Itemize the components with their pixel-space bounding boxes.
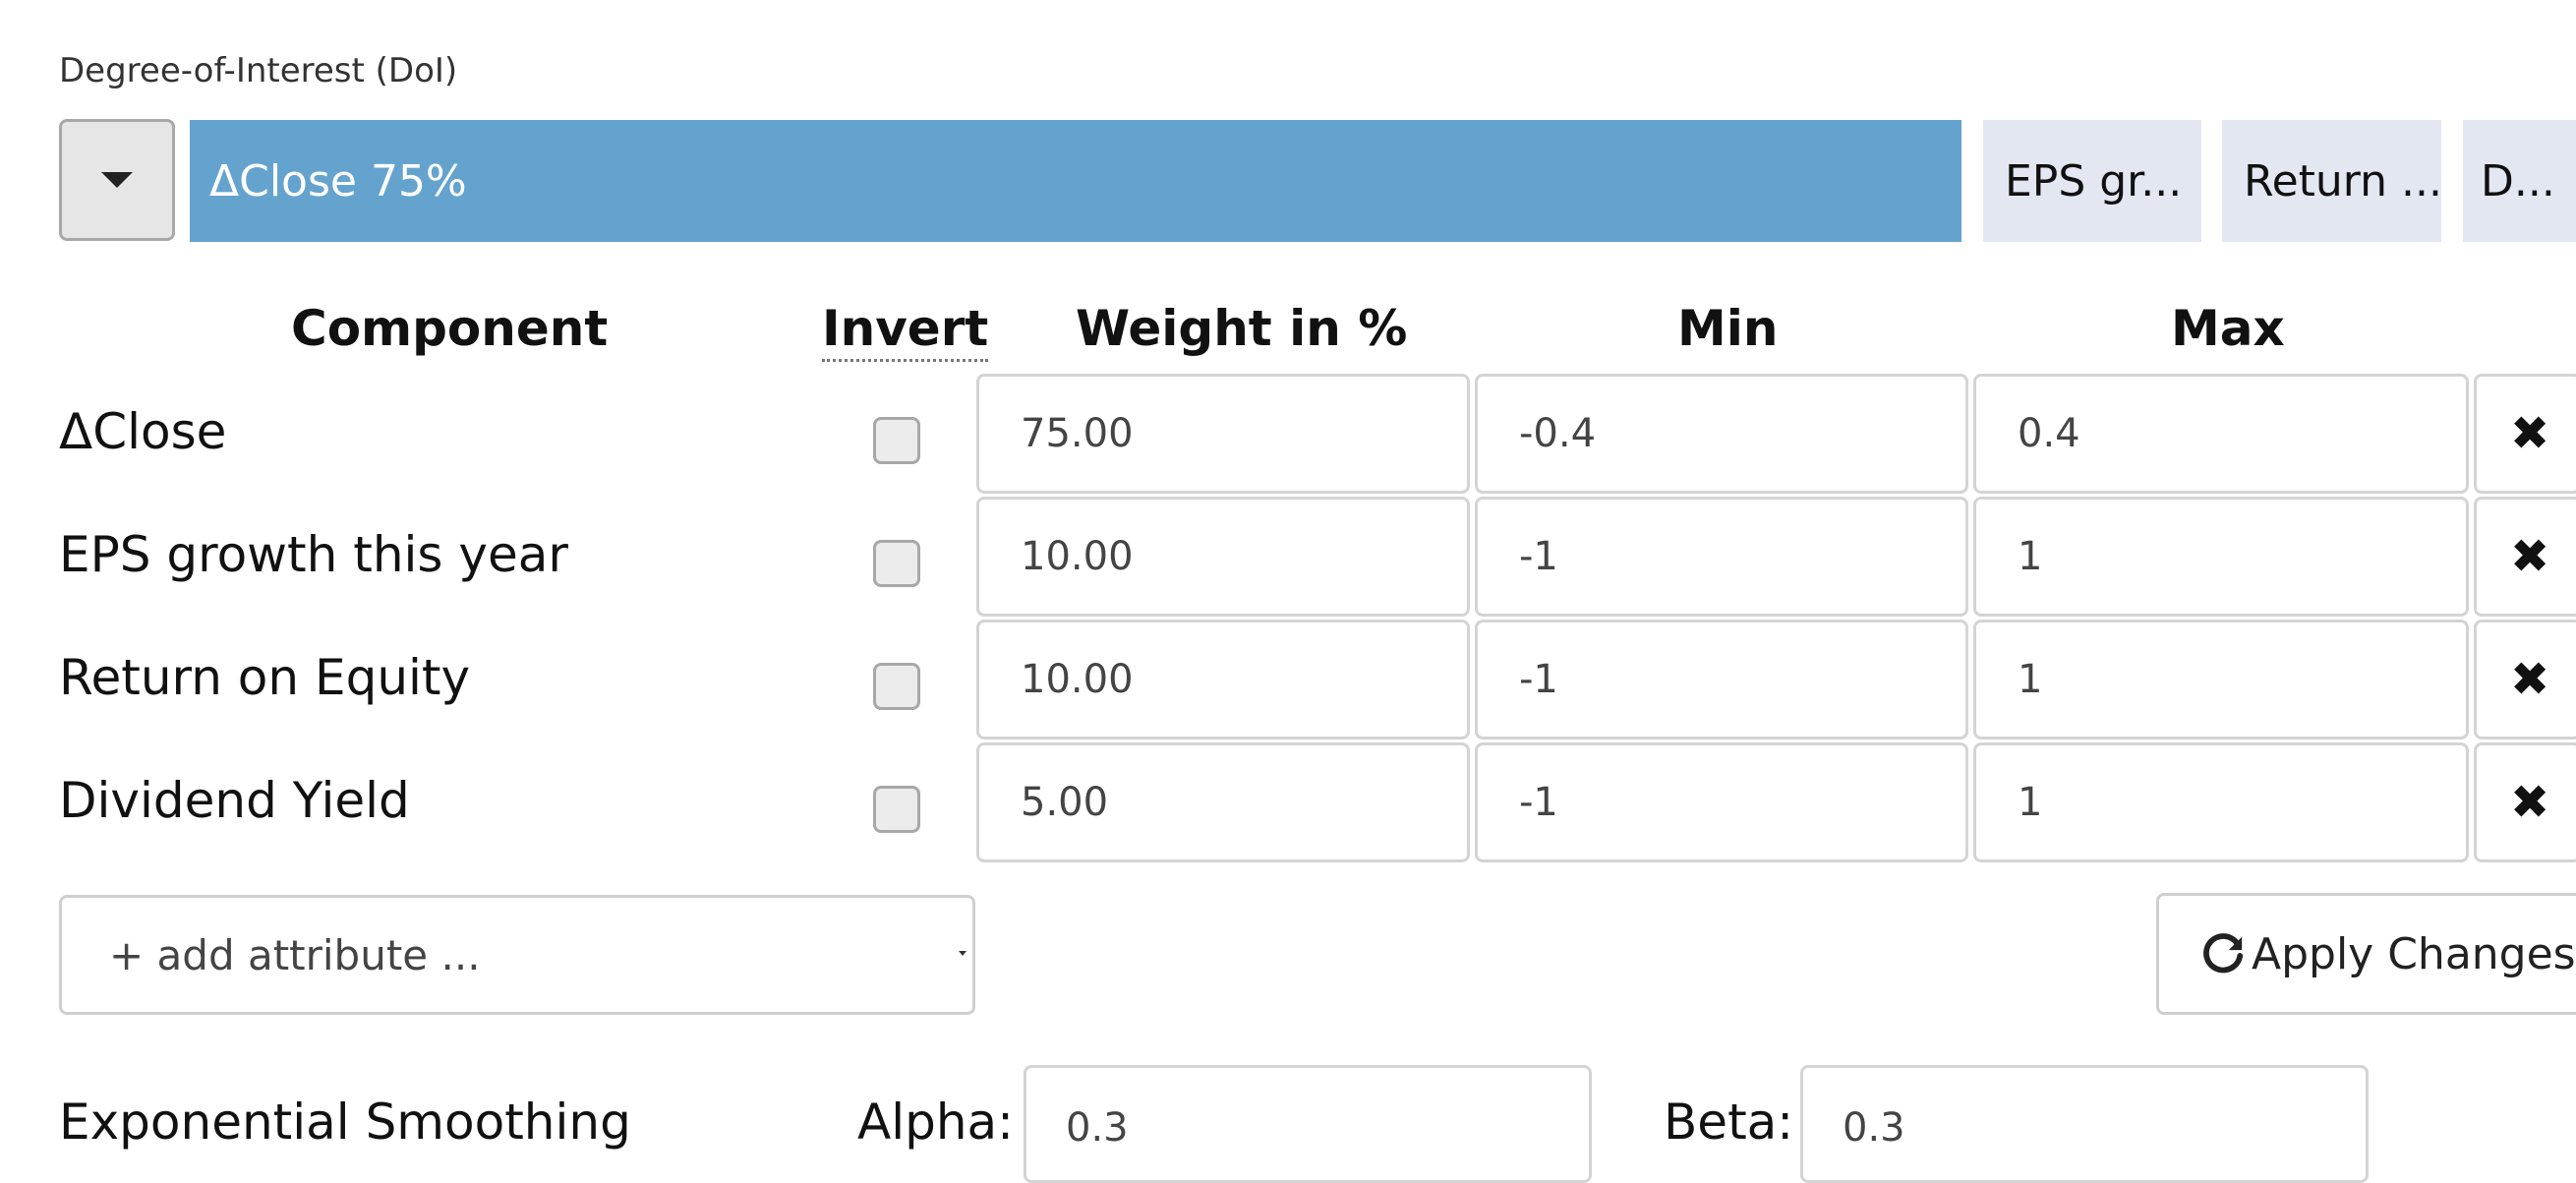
min-input-delta-close[interactable]: -0.4 xyxy=(1475,374,1968,494)
alpha-input[interactable]: 0.3 xyxy=(1024,1065,1592,1183)
max-input-delta-close[interactable]: 0.4 xyxy=(1973,374,2469,494)
add-attribute-label: + add attribute ... xyxy=(109,930,481,979)
min-input-dividend-yield[interactable]: -1 xyxy=(1475,742,1968,862)
close-icon: ✖ xyxy=(2510,775,2550,830)
header-weight: Weight in % xyxy=(1076,300,1408,357)
delete-row-return-on-equity-button[interactable]: ✖ xyxy=(2474,620,2576,739)
beta-input[interactable]: 0.3 xyxy=(1800,1065,2369,1183)
row-label-return-on-equity: Return on Equity xyxy=(59,649,471,706)
add-attribute-select[interactable]: + add attribute ... xyxy=(59,895,975,1015)
beta-label: Beta: xyxy=(1664,1094,1794,1151)
row-label-delta-close: ΔClose xyxy=(59,403,227,460)
max-input-return-on-equity[interactable]: 1 xyxy=(1973,620,2469,739)
min-input-eps-growth[interactable]: -1 xyxy=(1475,497,1968,617)
doi-dropdown-toggle[interactable] xyxy=(59,119,175,241)
close-icon: ✖ xyxy=(2510,406,2550,461)
doi-segment-delta-close[interactable]: ΔClose 75% xyxy=(190,120,1961,242)
weight-input-delta-close[interactable]: 75.00 xyxy=(976,374,1470,494)
header-max: Max xyxy=(2171,300,2285,357)
header-component: Component xyxy=(291,300,609,357)
alpha-label: Alpha: xyxy=(857,1094,1015,1151)
invert-checkbox-return-on-equity[interactable] xyxy=(873,663,920,710)
invert-checkbox-delta-close[interactable] xyxy=(873,417,920,464)
doi-label: Degree-of-Interest (DoI) xyxy=(59,51,458,90)
delete-row-eps-growth-button[interactable]: ✖ xyxy=(2474,497,2576,617)
weight-input-dividend-yield[interactable]: 5.00 xyxy=(976,742,1470,862)
row-label-dividend-yield: Dividend Yield xyxy=(59,772,410,829)
row-label-eps-growth: EPS growth this year xyxy=(59,526,568,583)
header-min: Min xyxy=(1677,300,1779,357)
select-caret-icon xyxy=(959,951,966,956)
invert-checkbox-dividend-yield[interactable] xyxy=(873,786,920,833)
caret-down-icon xyxy=(101,172,133,188)
smoothing-label: Exponential Smoothing xyxy=(59,1094,631,1151)
doi-segment-eps-growth[interactable]: EPS gr... xyxy=(1983,120,2201,242)
apply-changes-button[interactable]: Apply Changes xyxy=(2156,893,2576,1015)
weight-input-return-on-equity[interactable]: 10.00 xyxy=(976,620,1470,739)
delete-row-delta-close-button[interactable]: ✖ xyxy=(2474,374,2576,494)
weight-input-eps-growth[interactable]: 10.00 xyxy=(976,497,1470,617)
doi-segment-return-on-equity[interactable]: Return ... xyxy=(2222,120,2441,242)
max-input-eps-growth[interactable]: 1 xyxy=(1973,497,2469,617)
close-icon: ✖ xyxy=(2510,652,2550,707)
delete-row-dividend-yield-button[interactable]: ✖ xyxy=(2474,742,2576,862)
invert-checkbox-eps-growth[interactable] xyxy=(873,540,920,587)
max-input-dividend-yield[interactable]: 1 xyxy=(1973,742,2469,862)
min-input-return-on-equity[interactable]: -1 xyxy=(1475,620,1968,739)
apply-changes-label: Apply Changes xyxy=(2252,928,2576,979)
header-invert: Invert xyxy=(822,300,989,362)
doi-segment-dividend-yield[interactable]: D... xyxy=(2463,120,2576,242)
refresh-icon xyxy=(2203,933,2244,974)
close-icon: ✖ xyxy=(2510,529,2550,584)
